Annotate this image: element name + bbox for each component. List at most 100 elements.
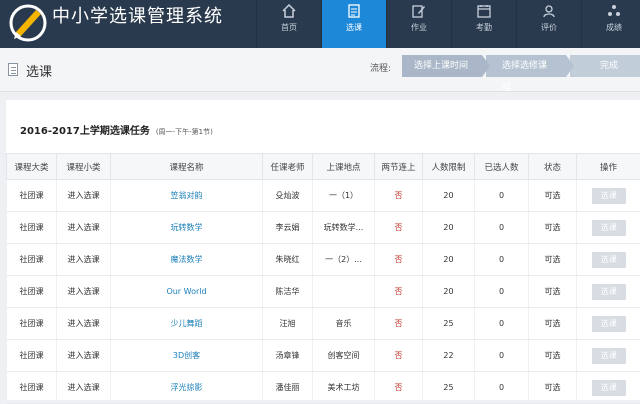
cell-teacher: 朱晓红 xyxy=(263,244,313,276)
nav-course-selection-label: 选课 xyxy=(322,22,386,33)
table-header-row: 课程大类 课程小类 课程名称 任课老师 上课地点 两节连上 人数限制 已选人数 … xyxy=(7,154,640,180)
page-title: 选课 xyxy=(26,61,52,80)
cell-teacher: 李云娟 xyxy=(263,212,313,244)
cell-subcategory: 进入选课 xyxy=(57,372,111,404)
table-row: 社团课进入选课3D创客汤章锋创客空间否220可选选课 xyxy=(7,340,640,372)
col-status: 状态 xyxy=(529,154,577,180)
cell-teacher: 汤章锋 xyxy=(263,340,313,372)
cell-course-name[interactable]: 魔法数学 xyxy=(111,244,263,276)
cell-status: 可选 xyxy=(529,308,577,340)
cell-enrolled: 0 xyxy=(475,244,529,276)
select-course-button[interactable]: 选课 xyxy=(592,220,626,236)
cell-consecutive: 否 xyxy=(375,372,423,404)
cell-consecutive: 否 xyxy=(375,180,423,212)
cell-limit: 22 xyxy=(423,340,475,372)
cell-limit: 25 xyxy=(423,372,475,404)
cell-enrolled: 0 xyxy=(475,276,529,308)
cell-teacher: 殳灿波 xyxy=(263,180,313,212)
nav-attendance[interactable]: 考勤 xyxy=(451,0,516,48)
cell-enrolled: 0 xyxy=(475,372,529,404)
nav-course-selection[interactable]: 选课 xyxy=(321,0,386,48)
nav-evaluation-label: 评价 xyxy=(517,22,581,33)
sub-header: 选课 流程: 选择上课时间 选择选修课程 完成 xyxy=(0,48,640,92)
cell-consecutive: 否 xyxy=(375,212,423,244)
select-course-button[interactable]: 选课 xyxy=(592,284,626,300)
grades-icon xyxy=(607,4,621,18)
main-nav: 首页 选课 作业 考勤 评价 成绩 xyxy=(256,0,640,48)
cell-consecutive: 否 xyxy=(375,308,423,340)
cell-action: 选课 xyxy=(577,212,640,244)
cell-course-name[interactable]: 玩转数学 xyxy=(111,212,263,244)
step-complete[interactable]: 完成 xyxy=(570,55,640,77)
cell-location: 玩转数学... xyxy=(313,212,375,244)
cell-enrolled: 0 xyxy=(475,340,529,372)
cell-enrolled: 0 xyxy=(475,180,529,212)
step-select-course[interactable]: 选择选修课程 xyxy=(486,55,566,77)
table-row: 社团课进入选课笠翁对韵殳灿波一（1）否200可选选课 xyxy=(7,180,640,212)
cell-subcategory: 进入选课 xyxy=(57,180,111,212)
cell-category: 社团课 xyxy=(7,180,57,212)
task-title-text: 2016-2017上学期选课任务 xyxy=(20,126,150,137)
cell-status: 可选 xyxy=(529,180,577,212)
cell-subcategory: 进入选课 xyxy=(57,276,111,308)
cell-action: 选课 xyxy=(577,180,640,212)
cell-location: 创客空间 xyxy=(313,340,375,372)
cell-category: 社团课 xyxy=(7,340,57,372)
cell-action: 选课 xyxy=(577,276,640,308)
cell-course-name[interactable]: 浮光掠影 xyxy=(111,372,263,404)
col-course-name: 课程名称 xyxy=(111,154,263,180)
evaluation-icon xyxy=(542,4,556,18)
cell-limit: 20 xyxy=(423,180,475,212)
cell-enrolled: 0 xyxy=(475,212,529,244)
nav-homework[interactable]: 作业 xyxy=(386,0,451,48)
nav-home[interactable]: 首页 xyxy=(256,0,321,48)
cell-limit: 20 xyxy=(423,276,475,308)
col-subcategory: 课程小类 xyxy=(57,154,111,180)
cell-subcategory: 进入选课 xyxy=(57,308,111,340)
cell-status: 可选 xyxy=(529,212,577,244)
cell-consecutive: 否 xyxy=(375,244,423,276)
select-course-button[interactable]: 选课 xyxy=(592,252,626,268)
cell-category: 社团课 xyxy=(7,244,57,276)
cell-category: 社团课 xyxy=(7,212,57,244)
nav-grades[interactable]: 成绩 xyxy=(581,0,640,48)
task-title: 2016-2017上学期选课任务 (周一-下午-第1节) xyxy=(20,122,213,137)
cell-course-name[interactable]: Our World xyxy=(111,276,263,308)
cell-limit: 20 xyxy=(423,244,475,276)
select-course-button[interactable]: 选课 xyxy=(592,316,626,332)
cell-location xyxy=(313,276,375,308)
document-icon xyxy=(347,4,361,18)
step-select-time[interactable]: 选择上课时间 xyxy=(402,55,482,77)
cell-teacher: 潘佳丽 xyxy=(263,372,313,404)
flow-label: 流程: xyxy=(370,61,391,74)
col-location: 上课地点 xyxy=(313,154,375,180)
nav-homework-label: 作业 xyxy=(387,22,451,33)
nav-evaluation[interactable]: 评价 xyxy=(516,0,581,48)
cell-course-name[interactable]: 少儿舞蹈 xyxy=(111,308,263,340)
table-row: 社团课进入选课浮光掠影潘佳丽美术工坊否250可选选课 xyxy=(7,372,640,404)
select-course-button[interactable]: 选课 xyxy=(592,188,626,204)
cell-limit: 20 xyxy=(423,212,475,244)
cell-status: 可选 xyxy=(529,276,577,308)
cell-category: 社团课 xyxy=(7,276,57,308)
select-course-button[interactable]: 选课 xyxy=(592,380,626,396)
logo-icon xyxy=(8,2,50,44)
cell-location: 一（2）... xyxy=(313,244,375,276)
cell-subcategory: 进入选课 xyxy=(57,340,111,372)
nav-attendance-label: 考勤 xyxy=(452,22,516,33)
cell-action: 选课 xyxy=(577,308,640,340)
cell-teacher: 汪旭 xyxy=(263,308,313,340)
col-limit: 人数限制 xyxy=(423,154,475,180)
col-teacher: 任课老师 xyxy=(263,154,313,180)
select-course-button[interactable]: 选课 xyxy=(592,348,626,364)
flow-steps: 选择上课时间 选择选修课程 完成 xyxy=(402,55,640,77)
attendance-icon xyxy=(477,4,491,18)
app-title: 中小学选课管理系统 xyxy=(52,6,223,28)
cell-consecutive: 否 xyxy=(375,340,423,372)
cell-subcategory: 进入选课 xyxy=(57,244,111,276)
task-subtitle: (周一-下午-第1节) xyxy=(156,128,213,136)
col-category: 课程大类 xyxy=(7,154,57,180)
cell-course-name[interactable]: 笠翁对韵 xyxy=(111,180,263,212)
cell-status: 可选 xyxy=(529,244,577,276)
cell-course-name[interactable]: 3D创客 xyxy=(111,340,263,372)
